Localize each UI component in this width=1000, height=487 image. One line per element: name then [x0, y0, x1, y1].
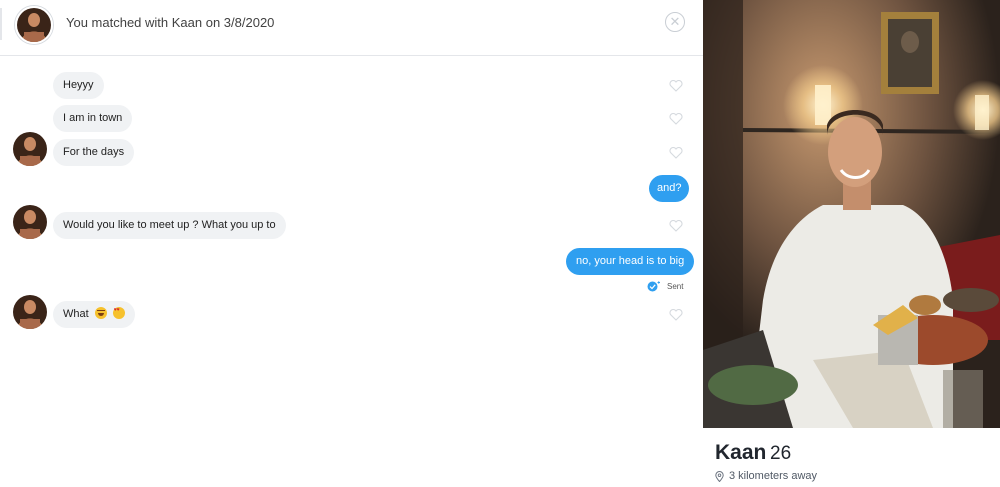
match-avatar[interactable] [15, 6, 53, 44]
chat-panel: You matched with Kaan on 3/8/2020 ✕ Heyy… [0, 0, 703, 487]
message-bubble-incoming: Heyyy [53, 72, 104, 99]
like-heart-icon[interactable] [669, 113, 683, 125]
sent-label: Sent [667, 281, 684, 291]
match-info-text: You matched with Kaan on 3/8/2020 [66, 15, 275, 30]
message-text: What [63, 308, 89, 320]
distance-row: 3 kilometers away [715, 470, 817, 482]
header-divider [0, 8, 2, 40]
like-heart-icon[interactable] [669, 309, 683, 321]
message-bubble-incoming: Would you like to meet up ? What you up … [53, 212, 286, 239]
profile-photo[interactable] [703, 0, 1000, 428]
close-icon[interactable]: ✕ [665, 12, 685, 32]
laughing-emoji-icon [94, 307, 107, 319]
chat-header: You matched with Kaan on 3/8/2020 ✕ [0, 0, 703, 56]
sent-status: Sent [647, 280, 683, 292]
sender-avatar[interactable] [13, 132, 47, 166]
message-bubble-incoming: What [53, 301, 135, 328]
message-bubble-incoming: For the days [53, 139, 135, 166]
distance-text: 3 kilometers away [729, 470, 818, 482]
sent-check-icon [647, 280, 661, 292]
like-heart-icon[interactable] [669, 80, 683, 92]
heart-eyes-emoji-icon [112, 307, 125, 319]
message-bubble-outgoing: and? [649, 175, 690, 202]
profile-panel: Kaan 26 3 kilometers away [703, 0, 1000, 487]
sender-avatar[interactable] [13, 295, 47, 329]
profile-name: Kaan [715, 441, 767, 464]
sender-avatar[interactable] [13, 205, 47, 239]
profile-age: 26 [770, 443, 792, 464]
message-bubble-outgoing: no, your head is to big [566, 248, 695, 275]
message-bubble-incoming: I am in town [53, 105, 133, 132]
like-heart-icon[interactable] [669, 220, 683, 232]
location-pin-icon [715, 470, 724, 482]
like-heart-icon[interactable] [669, 147, 683, 159]
